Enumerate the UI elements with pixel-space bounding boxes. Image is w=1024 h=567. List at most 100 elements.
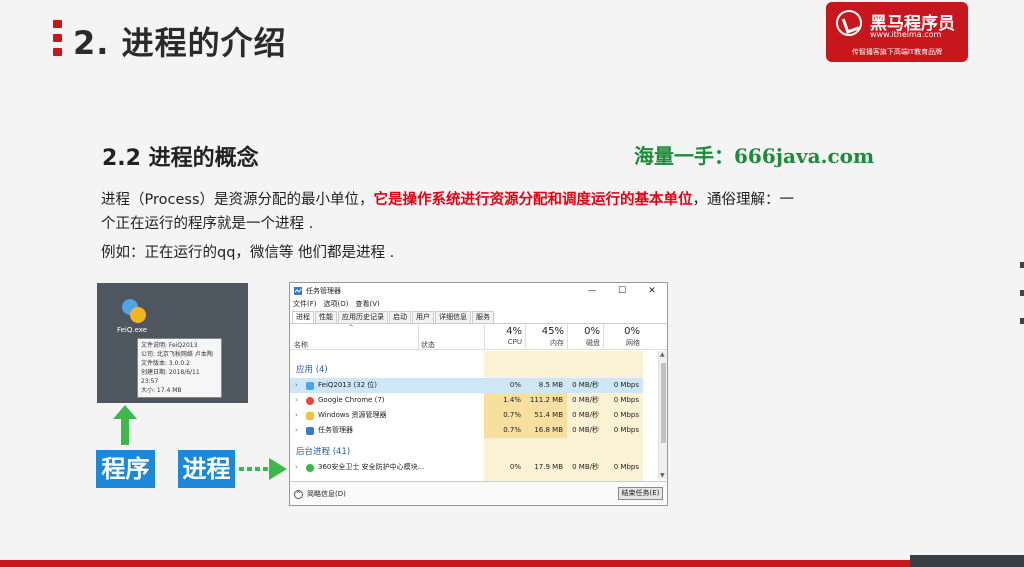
- horse-logo-icon: [836, 10, 862, 36]
- process-net: 0 Mbps: [613, 381, 639, 389]
- file-tooltip: 文件说明: FeiQ2013 公司: 北京飞秋网络 卢本陶 文件版本: 3.0.…: [137, 338, 222, 398]
- paragraph-example: 例如：正在运行的qq，微信等 他们都是进程 .: [101, 245, 395, 261]
- sort-caret-icon: ^: [348, 324, 354, 332]
- col-disk[interactable]: 0% 磁盘: [567, 324, 603, 350]
- watermark-text: 海量一手：666java.com: [634, 144, 875, 168]
- menu-file[interactable]: 文件(F): [293, 299, 317, 311]
- section-background: 后台进程 (41): [296, 447, 351, 457]
- process-mem: 17.9 MB: [534, 463, 563, 471]
- tab-details[interactable]: 详细信息: [435, 311, 471, 323]
- tm-tabs: 进程 性能 应用历史记录 启动 用户 详细信息 服务: [290, 311, 667, 324]
- section-heading: 2.2 进程的概念: [102, 146, 259, 171]
- tab-app-history[interactable]: 应用历史记录: [338, 311, 388, 323]
- menu-view[interactable]: 查看(V): [355, 299, 379, 311]
- process-label: 进程: [178, 450, 235, 488]
- bottom-dark-block: [910, 555, 1024, 567]
- arrow-up-icon: [113, 405, 137, 445]
- table-row[interactable]: › Windows 资源管理器 0.7% 51.4 MB 0 MB/秒 0 Mb…: [290, 408, 643, 423]
- process-mem: 111.2 MB: [529, 396, 563, 404]
- process-list: 应用 (4) › FeiQ2013 (32 位) 0% 8.5 MB 0 MB/…: [290, 351, 657, 481]
- net-label: 网络: [626, 339, 640, 347]
- tm-menubar: 文件(F) 选项(O) 查看(V): [290, 299, 667, 311]
- cpu-total: 4%: [506, 326, 522, 337]
- desktop-screenshot: FeiQ.exe 文件说明: FeiQ2013 公司: 北京飞秋网络 卢本陶 文…: [97, 283, 248, 403]
- col-status[interactable]: 状态: [421, 340, 435, 350]
- expand-chevron-icon[interactable]: ›: [295, 378, 298, 393]
- expand-chevron-icon[interactable]: ›: [295, 393, 298, 408]
- scrollbar-thumb[interactable]: [661, 363, 666, 443]
- scrollbar[interactable]: ▲ ▼: [658, 351, 667, 479]
- edge-marker: [1020, 290, 1024, 296]
- tab-services[interactable]: 服务: [472, 311, 494, 323]
- maximize-button[interactable]: ☐: [607, 286, 637, 296]
- minimize-button[interactable]: —: [577, 286, 607, 296]
- tooltip-line: 大小: 17.4 MB: [141, 387, 182, 394]
- expand-chevron-icon[interactable]: ›: [295, 423, 298, 438]
- section-apps: 应用 (4): [296, 365, 328, 375]
- feiq-app-icon[interactable]: [120, 297, 148, 325]
- fewer-details-label: 简略信息(D): [307, 490, 346, 498]
- col-network[interactable]: 0% 网络: [603, 324, 643, 350]
- process-mem: 8.5 MB: [538, 381, 563, 389]
- scroll-up-icon[interactable]: ▲: [660, 351, 665, 358]
- table-row[interactable]: › FeiQ2013 (32 位) 0% 8.5 MB 0 MB/秒 0 Mbp…: [290, 378, 643, 393]
- disk-label: 磁盘: [586, 339, 600, 347]
- process-name: 360安全卫士 安全防护中心模块...: [318, 463, 425, 471]
- close-button[interactable]: ✕: [637, 286, 667, 296]
- process-name: FeiQ2013 (32 位): [318, 381, 378, 389]
- tab-users[interactable]: 用户: [412, 311, 434, 323]
- table-row[interactable]: › 任务管理器 0.7% 16.8 MB 0 MB/秒 0 Mbps: [290, 423, 643, 438]
- expand-chevron-icon[interactable]: ›: [295, 460, 298, 475]
- arrow-right-icon: [239, 458, 287, 480]
- net-total: 0%: [624, 326, 640, 337]
- col-name[interactable]: 名称: [294, 340, 308, 350]
- title-marker: [53, 20, 62, 56]
- process-disk: 0 MB/秒: [572, 396, 599, 404]
- process-mem: 16.8 MB: [534, 426, 563, 434]
- paragraph-definition: 进程（Process）是资源分配的最小单位，它是操作系统进行资源分配和调度运行的…: [101, 190, 831, 210]
- tm-title: 任务管理器: [306, 287, 341, 295]
- page-title: 2. 进程的介绍: [73, 24, 287, 62]
- chevron-up-icon: ^: [294, 489, 303, 499]
- process-mem: 51.4 MB: [534, 411, 563, 419]
- para1-prefix: 进程（Process）是资源分配的最小单位，: [101, 192, 374, 208]
- process-name: Windows 资源管理器: [318, 411, 387, 419]
- folder-icon: [306, 412, 314, 420]
- process-cpu: 0%: [509, 381, 521, 389]
- slide: 2. 进程的介绍 黑马程序员 www.itheima.com 传智播客旗下高端I…: [0, 0, 1024, 567]
- process-net: 0 Mbps: [613, 463, 639, 471]
- tab-performance[interactable]: 性能: [315, 311, 337, 323]
- col-cpu[interactable]: 4% CPU: [484, 324, 525, 350]
- para1-highlight: 它是操作系统进行资源分配和调度运行的基本单位: [373, 192, 693, 208]
- process-net: 0 Mbps: [613, 411, 639, 419]
- process-name: 任务管理器: [318, 426, 353, 434]
- process-cpu: 0.7%: [503, 411, 521, 419]
- process-cpu: 0%: [509, 463, 521, 471]
- feiq-icon-label: FeiQ.exe: [116, 326, 148, 334]
- tm-titlebar: 任务管理器 — ☐ ✕: [290, 283, 667, 299]
- menu-options[interactable]: 选项(O): [324, 299, 349, 311]
- process-disk: 0 MB/秒: [572, 411, 599, 419]
- table-row[interactable]: › Google Chrome (7) 1.4% 111.2 MB 0 MB/秒…: [290, 393, 643, 408]
- table-row[interactable]: › 360安全卫士 安全防护中心模块... 0% 17.9 MB 0 MB/秒 …: [290, 460, 643, 475]
- expand-chevron-icon[interactable]: ›: [295, 408, 298, 423]
- tooltip-line: 公司: 北京飞秋网络 卢本陶: [141, 351, 213, 358]
- tooltip-line: 创建日期: 2018/6/11 23:57: [141, 369, 200, 385]
- tab-processes[interactable]: 进程: [292, 311, 314, 323]
- tooltip-line: 文件说明: FeiQ2013: [141, 342, 198, 349]
- program-label: 程序: [96, 450, 155, 488]
- process-disk: 0 MB/秒: [572, 381, 599, 389]
- scroll-down-icon[interactable]: ▼: [660, 472, 665, 479]
- para1-suffix: ，通俗理解：一: [692, 192, 795, 208]
- tm-footer: ^ 简略信息(D) 结束任务(E): [290, 481, 667, 505]
- process-disk: 0 MB/秒: [572, 426, 599, 434]
- logo-slogan: 传智播客旗下高端IT教育品牌: [851, 48, 943, 56]
- logo-url: www.itheima.com: [870, 30, 942, 39]
- process-net: 0 Mbps: [613, 396, 639, 404]
- tab-startup[interactable]: 启动: [389, 311, 411, 323]
- fewer-details-button[interactable]: ^ 简略信息(D): [294, 489, 346, 499]
- tooltip-line: 文件版本: 3.0.0.2: [141, 360, 190, 367]
- col-memory[interactable]: 45% 内存: [525, 324, 567, 350]
- end-task-button[interactable]: 结束任务(E): [618, 487, 663, 500]
- process-cpu: 0.7%: [503, 426, 521, 434]
